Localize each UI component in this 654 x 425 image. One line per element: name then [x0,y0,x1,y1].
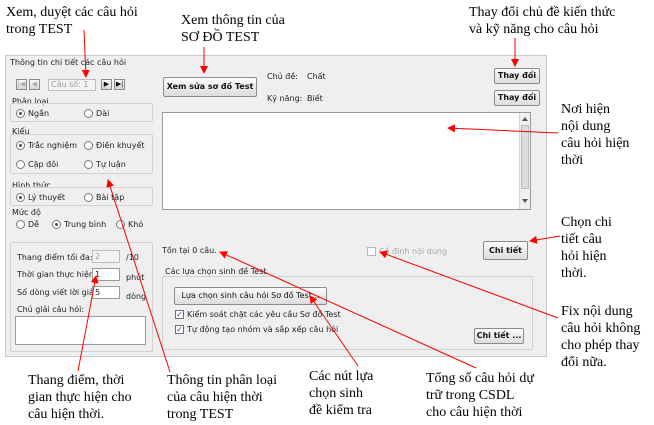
arrow-classify [106,179,171,373]
arrow-detail [529,235,561,244]
arrow-fix [379,250,559,319]
arrow-browse [81,29,90,78]
arrow-content [447,124,559,134]
arrow-select-buttons [309,295,359,367]
arrow-score [77,275,99,372]
callout-arrows [77,29,561,373]
